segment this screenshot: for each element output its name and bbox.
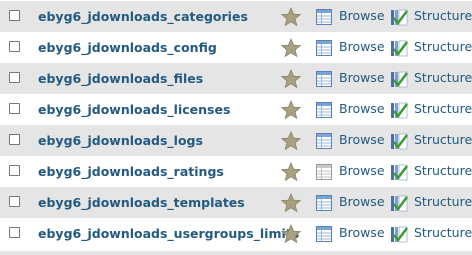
table-name-link[interactable]: ebyg6_jdownloads_logs <box>38 125 203 156</box>
browse-link[interactable]: Browse <box>339 125 385 156</box>
table-row: ebyg6_jdownloads_logs Browse Structure <box>0 125 472 156</box>
browse-link[interactable]: Browse <box>339 63 385 94</box>
table-list: ebyg6_jdownloads_categories Browse Struc… <box>0 0 472 255</box>
table-name-link[interactable]: ebyg6_jdownloads_usergroups_limits <box>38 218 299 249</box>
star-icon[interactable] <box>281 38 301 58</box>
browse-table-icon[interactable] <box>316 9 332 25</box>
structure-icon[interactable] <box>390 101 408 119</box>
star-icon[interactable] <box>281 100 301 120</box>
table-row: ebyg6_jdownloads_categories Browse Struc… <box>0 1 472 32</box>
browse-table-icon[interactable] <box>316 133 332 149</box>
table-row: ebyg6_jdownloads_templates Browse Struct… <box>0 187 472 218</box>
structure-link[interactable]: Structure <box>414 156 472 187</box>
row-checkbox[interactable] <box>9 165 20 176</box>
table-row: ebyg6_jdownloads_config Browse Structure <box>0 32 472 63</box>
table-name-link[interactable]: ebyg6_jdownloads_categories <box>38 1 248 32</box>
structure-icon[interactable] <box>390 39 408 57</box>
table-name-link[interactable]: ebyg6_jdownloads_files <box>38 63 203 94</box>
star-icon[interactable] <box>281 193 301 213</box>
row-checkbox[interactable] <box>9 72 20 83</box>
browse-link[interactable]: Browse <box>339 32 385 63</box>
browse-table-icon[interactable] <box>316 226 332 242</box>
browse-table-empty-icon[interactable] <box>316 164 332 180</box>
row-checkbox[interactable] <box>9 103 20 114</box>
browse-link[interactable]: Browse <box>339 94 385 125</box>
structure-link[interactable]: Structure <box>414 187 472 218</box>
structure-link[interactable]: Structure <box>414 32 472 63</box>
browse-table-icon[interactable] <box>316 40 332 56</box>
star-icon[interactable] <box>281 162 301 182</box>
browse-link[interactable]: Browse <box>339 1 385 32</box>
browse-table-icon[interactable] <box>316 195 332 211</box>
structure-link[interactable]: Structure <box>414 94 472 125</box>
star-icon[interactable] <box>281 131 301 151</box>
structure-link[interactable]: Structure <box>414 125 472 156</box>
table-name-link[interactable]: ebyg6_jdownloads_ratings <box>38 156 224 187</box>
row-checkbox[interactable] <box>9 134 20 145</box>
star-icon[interactable] <box>281 224 301 244</box>
row-divider <box>0 251 472 255</box>
table-row: ebyg6_jdownloads_ratings Browse Structur… <box>0 156 472 187</box>
structure-icon[interactable] <box>390 8 408 26</box>
row-checkbox[interactable] <box>9 196 20 207</box>
browse-link[interactable]: Browse <box>339 187 385 218</box>
browse-table-icon[interactable] <box>316 71 332 87</box>
structure-icon[interactable] <box>390 132 408 150</box>
structure-link[interactable]: Structure <box>414 1 472 32</box>
row-checkbox[interactable] <box>9 227 20 238</box>
browse-link[interactable]: Browse <box>339 218 385 249</box>
table-row: ebyg6_jdownloads_usergroups_limits Brows… <box>0 218 472 249</box>
table-row: ebyg6_jdownloads_files Browse Structure <box>0 63 472 94</box>
table-name-link[interactable]: ebyg6_jdownloads_licenses <box>38 94 230 125</box>
browse-link[interactable]: Browse <box>339 156 385 187</box>
structure-link[interactable]: Structure <box>414 218 472 249</box>
structure-icon[interactable] <box>390 163 408 181</box>
star-icon[interactable] <box>281 69 301 89</box>
row-checkbox[interactable] <box>9 41 20 52</box>
table-row: ebyg6_jdownloads_licenses Browse Structu… <box>0 94 472 125</box>
row-checkbox[interactable] <box>9 10 20 21</box>
table-name-link[interactable]: ebyg6_jdownloads_templates <box>38 187 245 218</box>
table-name-link[interactable]: ebyg6_jdownloads_config <box>38 32 217 63</box>
structure-icon[interactable] <box>390 225 408 243</box>
browse-table-icon[interactable] <box>316 102 332 118</box>
structure-link[interactable]: Structure <box>414 63 472 94</box>
structure-icon[interactable] <box>390 194 408 212</box>
star-icon[interactable] <box>281 7 301 27</box>
structure-icon[interactable] <box>390 70 408 88</box>
